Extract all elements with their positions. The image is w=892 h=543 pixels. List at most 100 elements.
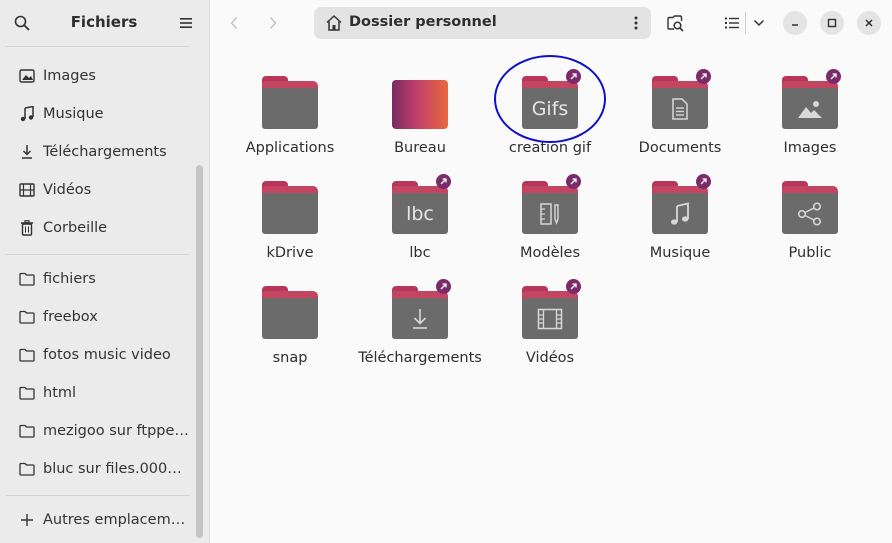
video-icon xyxy=(18,181,36,199)
sidebar-item-videos[interactable]: Vidéos xyxy=(6,173,190,207)
sidebar-item-label: Musique xyxy=(43,106,104,122)
close-icon xyxy=(865,19,873,27)
item-name: Vidéos xyxy=(525,350,575,366)
link-arrow-icon xyxy=(566,174,581,189)
grid-item-bureau[interactable]: Bureau xyxy=(355,46,485,156)
grid-item-snap[interactable]: snap xyxy=(225,256,355,366)
sidebar-item-downloads[interactable]: Téléchargements xyxy=(6,135,190,169)
sidebar-item-other-locations[interactable]: Autres emplacements xyxy=(6,503,190,537)
minimize-button[interactable] xyxy=(783,11,807,35)
folder-icon xyxy=(18,384,36,402)
pictures-folder-icon xyxy=(782,76,838,129)
item-name: snap xyxy=(272,350,308,366)
templates-folder-icon xyxy=(522,181,578,234)
file-grid: Applications Bureau Gifs creation gif Do… xyxy=(211,46,892,543)
chevron-left-icon xyxy=(230,16,238,30)
minimize-icon xyxy=(792,24,798,26)
grid-item-kdrive[interactable]: kDrive xyxy=(225,151,355,261)
grid-item-musique[interactable]: Musique xyxy=(615,151,745,261)
music-icon xyxy=(18,105,36,123)
sidebar-header: Fichiers xyxy=(0,0,210,46)
grid-item-images[interactable]: Images xyxy=(745,46,875,156)
sidebar-item-bookmark[interactable]: bluc sur files.000webhost.com xyxy=(6,452,190,486)
search-icon[interactable] xyxy=(9,10,35,36)
search-in-folder-button[interactable] xyxy=(661,9,689,37)
kebab-menu-icon[interactable] xyxy=(625,12,647,34)
sidebar-item-label: Téléchargements xyxy=(43,144,167,160)
grid-item-videos[interactable]: Vidéos xyxy=(485,256,615,366)
desktop-folder-icon xyxy=(392,76,448,129)
plus-icon xyxy=(18,511,36,529)
item-name: Public xyxy=(788,245,832,261)
sidebar-divider xyxy=(6,254,190,255)
folder-icon xyxy=(18,346,36,364)
folder-emblem-text: lbc xyxy=(406,202,434,225)
folder-icon xyxy=(262,286,318,339)
maximize-icon xyxy=(827,18,837,28)
trash-icon xyxy=(18,219,36,237)
sidebar-item-label: Images xyxy=(43,68,96,84)
header-bar: Dossier personnel xyxy=(211,0,892,46)
download-arrow-icon xyxy=(413,308,427,329)
sidebar-item-bookmark[interactable]: mezigoo sur ftpperso.free.fr xyxy=(6,414,190,448)
sidebar: Fichiers Images Musique Téléchargements … xyxy=(0,0,210,543)
maximize-button[interactable] xyxy=(820,11,844,35)
grid-item-lbc[interactable]: lbc lbc xyxy=(355,151,485,261)
grid-item-modeles[interactable]: Modèles xyxy=(485,151,615,261)
share-icon xyxy=(797,201,822,226)
network-folder-icon xyxy=(18,460,36,478)
sidebar-item-label: Corbeille xyxy=(43,220,108,236)
film-icon xyxy=(537,308,563,329)
app-title: Fichiers xyxy=(70,13,138,31)
sidebar-scrollbar[interactable] xyxy=(196,165,203,538)
sidebar-item-bookmark[interactable]: html xyxy=(6,376,190,410)
list-view-icon xyxy=(725,17,739,29)
view-options-button[interactable] xyxy=(747,9,771,37)
videos-folder-icon xyxy=(522,286,578,339)
sidebar-item-label: freebox xyxy=(43,309,98,325)
current-path-label: Dossier personnel xyxy=(349,14,497,30)
forward-button[interactable] xyxy=(259,9,287,37)
grid-item-public[interactable]: Public xyxy=(745,151,875,261)
sidebar-item-music[interactable]: Musique xyxy=(6,97,190,131)
chevron-right-icon xyxy=(269,16,277,30)
sidebar-item-label: mezigoo sur ftpperso.free.fr xyxy=(43,423,190,439)
sidebar-item-bookmark[interactable]: fichiers xyxy=(6,262,190,296)
chevron-down-icon xyxy=(753,19,765,27)
downloads-folder-icon xyxy=(392,286,448,339)
sidebar-item-bookmark[interactable]: fotos music video xyxy=(6,338,190,372)
sidebar-item-label: fotos music video xyxy=(43,347,171,363)
picture-icon xyxy=(798,100,822,118)
home-icon xyxy=(326,15,342,31)
lbc-folder-icon: lbc xyxy=(392,181,448,234)
link-arrow-icon xyxy=(826,69,841,84)
sidebar-item-images[interactable]: Images xyxy=(6,59,190,93)
folder-icon xyxy=(262,76,318,129)
folder-icon xyxy=(18,308,36,326)
hamburger-menu-icon[interactable] xyxy=(173,10,199,36)
annotation-circle xyxy=(494,55,606,143)
link-arrow-icon xyxy=(436,174,451,189)
folder-icon xyxy=(18,270,36,288)
link-arrow-icon xyxy=(566,279,581,294)
sidebar-item-trash[interactable]: Corbeille xyxy=(6,211,190,245)
music-note-icon xyxy=(671,201,689,225)
path-bar[interactable]: Dossier personnel xyxy=(314,7,651,39)
grid-item-applications[interactable]: Applications xyxy=(225,46,355,156)
public-folder-icon xyxy=(782,181,838,234)
grid-item-documents[interactable]: Documents xyxy=(615,46,745,156)
template-icon xyxy=(540,202,559,225)
sidebar-item-label: fichiers xyxy=(43,271,96,287)
back-button[interactable] xyxy=(220,9,248,37)
grid-item-telechargements[interactable]: Téléchargements xyxy=(355,256,485,366)
music-folder-icon xyxy=(652,181,708,234)
link-arrow-icon xyxy=(436,279,451,294)
close-button[interactable] xyxy=(857,11,881,35)
document-icon xyxy=(672,97,688,120)
sidebar-divider xyxy=(6,495,190,496)
sidebar-item-label: html xyxy=(43,385,77,401)
sidebar-item-label: Vidéos xyxy=(43,182,92,198)
sidebar-item-bookmark[interactable]: freebox xyxy=(6,300,190,334)
list-view-button[interactable] xyxy=(718,9,746,37)
item-name: Téléchargements xyxy=(358,350,482,366)
